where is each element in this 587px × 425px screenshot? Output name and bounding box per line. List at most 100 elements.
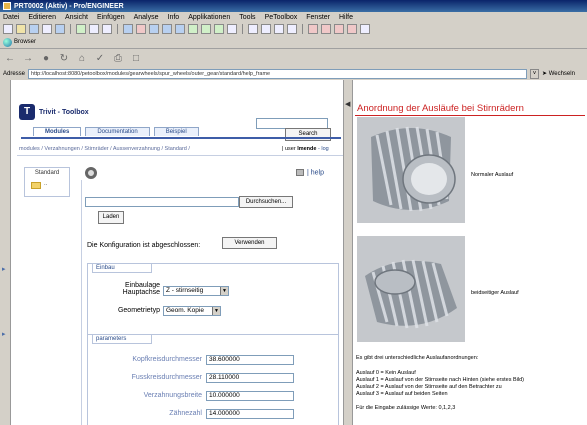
expand-arrow-icon[interactable]: ▸ xyxy=(2,330,6,338)
left-collapse-strip: ▸ ▸ xyxy=(0,80,11,425)
auslauf-2: Auslauf 2 = Auslauf von der Stirnseite a… xyxy=(356,384,502,390)
parent-folder-link[interactable]: .. xyxy=(44,181,47,187)
config-status-text: Die Konfiguration ist abgeschlossen: xyxy=(87,242,201,249)
toolbox-pane: T Trivit - Toolbox Search Modules Docume… xyxy=(11,80,343,425)
zoom-in-icon[interactable] xyxy=(149,24,159,34)
address-label: Adresse xyxy=(3,70,26,77)
shading-icon[interactable] xyxy=(287,24,297,34)
zaehnezahl-input[interactable]: 14.000000 xyxy=(206,409,294,419)
no-hidden-icon[interactable] xyxy=(274,24,284,34)
chevron-down-icon[interactable]: ▼ xyxy=(220,287,228,295)
user-name: lmende xyxy=(297,146,317,152)
datum-points-icon[interactable] xyxy=(334,24,344,34)
back-icon[interactable]: ← xyxy=(4,53,16,64)
menu-editieren[interactable]: Editieren xyxy=(28,14,56,21)
browser-tab[interactable]: Browser xyxy=(0,36,587,48)
tab-underline xyxy=(21,137,341,139)
view-manager-icon[interactable] xyxy=(227,24,237,34)
refresh-icon[interactable]: ↻ xyxy=(58,53,70,64)
param-label: Fusskreisdurchmesser xyxy=(131,374,202,381)
help-link[interactable]: | help xyxy=(307,169,324,176)
forward-icon[interactable]: → xyxy=(22,53,34,64)
chevron-down-icon[interactable]: ▼ xyxy=(212,307,220,315)
menu-tools[interactable]: Tools xyxy=(239,14,255,21)
menu-fenster[interactable]: Fenster xyxy=(306,14,330,21)
spin-icon[interactable] xyxy=(136,24,146,34)
menu-einfuegen[interactable]: Einfügen xyxy=(97,14,125,21)
tab-documentation[interactable]: Documentation xyxy=(85,127,150,136)
datum-planes-icon[interactable] xyxy=(308,24,318,34)
zoom-out-icon[interactable] xyxy=(162,24,172,34)
url-dropdown-icon[interactable]: ˅ xyxy=(530,68,539,79)
new-icon[interactable] xyxy=(3,24,13,34)
toolbar-separator xyxy=(302,24,303,34)
address-bar: Adresse http://localhost:8080/petoolbox/… xyxy=(0,67,587,80)
menu-hilfe[interactable]: Hilfe xyxy=(339,14,353,21)
geometrietyp-value: Geom. Kopie xyxy=(166,307,204,314)
find-icon[interactable] xyxy=(89,24,99,34)
file-path-input[interactable] xyxy=(85,197,239,207)
print-icon[interactable] xyxy=(42,24,52,34)
tab-modules[interactable]: Modules xyxy=(33,127,82,136)
breadcrumb[interactable]: modules / Verzahnungen / Stirnräder / Au… xyxy=(19,146,190,152)
menu-info[interactable]: Info xyxy=(168,14,180,21)
kopfkreisdurchmesser-input[interactable]: 38.600000 xyxy=(206,355,294,365)
layers-icon[interactable] xyxy=(214,24,224,34)
orient-icon[interactable] xyxy=(188,24,198,34)
search-button[interactable]: Search xyxy=(285,128,331,141)
url-field[interactable]: http://localhost:8080/petoolbox/modules/… xyxy=(28,68,527,79)
dropdown-icon[interactable] xyxy=(102,24,112,34)
send-icon[interactable] xyxy=(55,24,65,34)
menu-petoolbox[interactable]: PeToolbox xyxy=(265,14,298,21)
standard-module-box[interactable]: Standard .. xyxy=(24,167,70,197)
collapse-arrow-icon[interactable]: ◀ xyxy=(345,100,350,108)
saved-views-icon[interactable] xyxy=(201,24,211,34)
geometrietyp-select[interactable]: Geom. Kopie ▼ xyxy=(163,306,221,316)
history-icon[interactable]: ✓ xyxy=(94,53,106,64)
datum-axes-icon[interactable] xyxy=(321,24,331,34)
logout-link[interactable]: - log xyxy=(318,146,329,152)
fusskreisdurchmesser-input[interactable]: 28.110000 xyxy=(206,373,294,383)
menu-bar: Datei Editieren Ansicht Einfügen Analyse… xyxy=(0,12,587,22)
save-icon[interactable] xyxy=(29,24,39,34)
menu-analyse[interactable]: Analyse xyxy=(134,14,159,21)
regenerate-icon[interactable] xyxy=(76,24,86,34)
user-info: | user lmende - log xyxy=(282,146,329,152)
folder-icon[interactable] xyxy=(31,182,41,189)
home-icon[interactable]: ⌂ xyxy=(76,53,88,64)
window-title: PRT0002 (Aktiv) - Pro/ENGINEER xyxy=(14,2,124,10)
go-button[interactable]: ➤ Wechseln xyxy=(542,70,587,77)
stop-icon[interactable]: ● xyxy=(40,53,52,64)
verzahnungsbreite-input[interactable]: 10.000000 xyxy=(206,391,294,401)
menu-applikationen[interactable]: Applikationen xyxy=(188,14,230,21)
apply-button[interactable]: Verwenden xyxy=(222,237,277,249)
geometrietyp-label: Geometrietyp xyxy=(117,307,160,314)
coordinate-systems-icon[interactable] xyxy=(347,24,357,34)
printer-icon[interactable] xyxy=(296,169,304,176)
menu-ansicht[interactable]: Ansicht xyxy=(65,14,88,21)
tab-beispiel[interactable]: Beispiel xyxy=(153,127,199,136)
browse-button[interactable]: Durchsuchen... xyxy=(239,196,293,208)
einbaulage-select[interactable]: Z - stirnseitig ▼ xyxy=(163,286,229,296)
help-intro: Es gibt drei unterschiedliche Auslaufano… xyxy=(356,355,479,361)
context-help-icon[interactable] xyxy=(360,24,370,34)
repaint-icon[interactable] xyxy=(123,24,133,34)
main-toolbar: Browser xyxy=(0,22,587,49)
wireframe-icon[interactable] xyxy=(248,24,258,34)
menu-datei[interactable]: Datei xyxy=(3,14,19,21)
param-label: Zähnezahl xyxy=(169,410,202,417)
einbaulage-label: Einbaulage Hauptachse xyxy=(94,282,160,296)
page-setup-icon[interactable]: □ xyxy=(130,53,142,64)
help-title-underline xyxy=(355,115,585,116)
pane-splitter[interactable]: ◀ xyxy=(343,80,353,425)
hidden-line-icon[interactable] xyxy=(261,24,271,34)
print-page-icon[interactable]: ⎙ xyxy=(112,53,124,64)
refit-icon[interactable] xyxy=(175,24,185,34)
auslauf-0: Auslauf 0 = Kein Auslauf xyxy=(356,370,416,376)
open-icon[interactable] xyxy=(16,24,26,34)
einbaulage-label-line-1: Einbaulage xyxy=(124,282,160,289)
expand-arrow-icon[interactable]: ▸ xyxy=(2,265,6,273)
einbau-legend: Einbau xyxy=(92,263,152,273)
load-button[interactable]: Laden xyxy=(98,211,124,224)
einbau-fieldset: Einbau Einbaulage Hauptachse Z - stirnse… xyxy=(87,263,339,335)
